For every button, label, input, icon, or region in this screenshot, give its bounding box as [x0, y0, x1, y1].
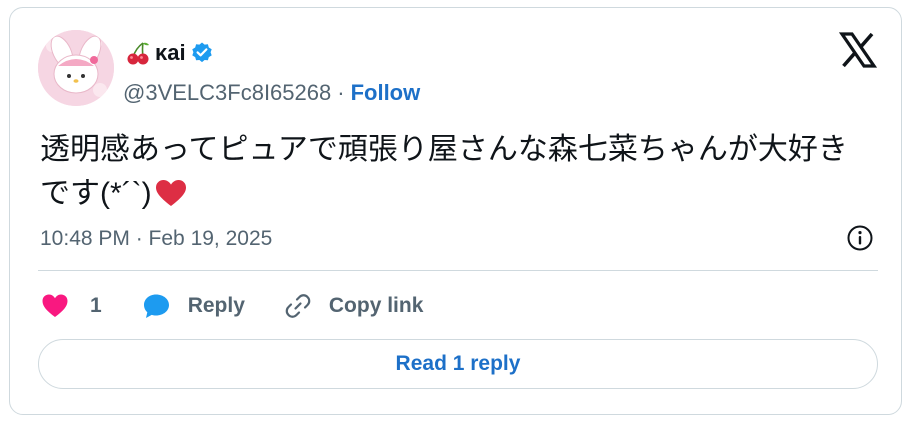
like-heart-icon — [42, 294, 68, 317]
heart-emoji-icon — [155, 180, 186, 206]
read-replies-button[interactable]: Read 1 reply — [38, 339, 878, 389]
follow-button[interactable]: Follow — [351, 80, 421, 106]
like-count: 1 — [90, 294, 102, 317]
tweet-text: 透明感あってピュアで頑張り屋さんな森七菜ちゃんが大好きです(*´`) — [40, 128, 870, 216]
avatar[interactable] — [38, 30, 114, 106]
reply-bubble-icon — [143, 294, 169, 318]
x-logo-icon[interactable] — [839, 31, 877, 69]
verified-badge-icon — [191, 42, 212, 63]
author-display-name[interactable]: κai — [155, 40, 186, 66]
author-handle-row: @3VELC3Fc8I65268 · Follow — [123, 80, 420, 106]
copy-link-label: Copy link — [328, 294, 424, 317]
author-name-row[interactable]: κai — [125, 38, 214, 68]
tweet-card: κai @3VELC3Fc8I65268 · Follow 透明感あってピュアで… — [9, 7, 902, 415]
reply-label: Reply — [187, 294, 245, 317]
info-icon[interactable] — [846, 224, 874, 252]
separator-dot: · — [337, 80, 345, 105]
like-button[interactable]: 1 — [40, 291, 142, 321]
reply-button[interactable]: Reply — [142, 291, 283, 321]
read-replies-label: Read 1 reply — [395, 352, 521, 375]
copy-link-button[interactable]: Copy link — [283, 291, 424, 321]
copy-link-icon — [285, 294, 311, 318]
cherry-emoji-icon — [127, 42, 149, 65]
divider — [38, 270, 878, 271]
avatar-image — [38, 30, 114, 106]
action-bar: 1 Reply Copy link — [40, 288, 423, 324]
author-handle[interactable]: @3VELC3Fc8I65268 — [123, 80, 331, 106]
tweet-timestamp[interactable]: 10:48 PM · Feb 19, 2025 — [40, 227, 272, 251]
